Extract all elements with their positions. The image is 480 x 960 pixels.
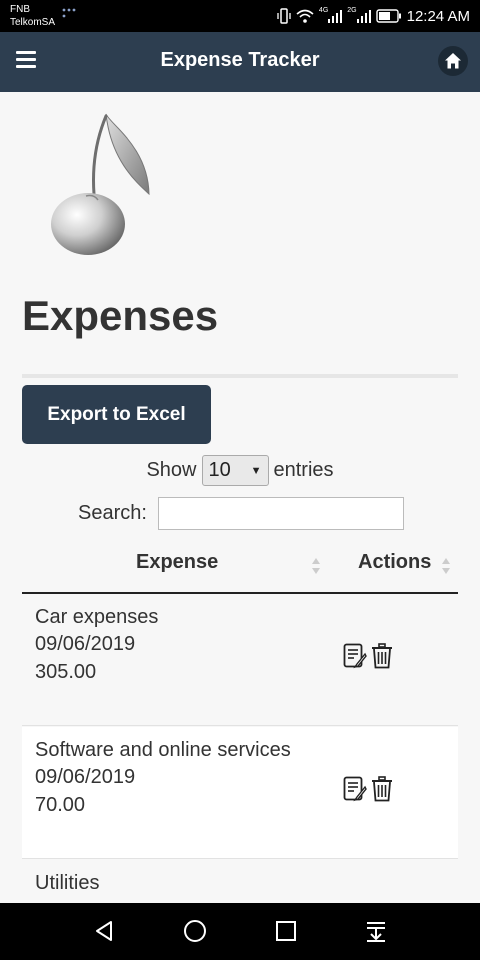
sort-icon[interactable] [311,556,321,576]
column-header-expense[interactable]: Expense [136,551,218,574]
show-label: Show [146,459,197,481]
network-type-2: 2G [347,7,357,14]
expense-name: Car expenses [35,606,159,628]
page-length-select[interactable]: 10 ▼ [201,455,269,486]
app-title: Expense Tracker [160,49,320,71]
carrier-2: TelkomSA [10,17,56,28]
status-time: 12:24 AM [406,7,470,25]
expense-amount: 305.00 [35,661,97,683]
app-bar: Expense Tracker [0,32,480,92]
cherry-logo [51,113,150,255]
table-row: Software and online services 09/06/2019 … [22,727,458,859]
carrier-names: FNB TelkomSA [10,3,55,29]
back-icon[interactable] [92,919,116,943]
signal-icon [328,10,343,23]
table-row: Car expenses 09/06/2019 305.00 [22,594,458,726]
sort-icon[interactable] [441,556,451,576]
system-nav-bar [0,903,480,960]
column-header-actions[interactable]: Actions [358,551,431,574]
page-length-value: 10 [208,459,231,481]
row-actions [343,643,395,673]
network-type-1: 4G [318,7,329,14]
dots-icon [62,8,76,18]
delete-icon[interactable] [371,643,393,669]
battery-icon [375,9,401,23]
page-title: Expenses [22,292,219,339]
vibrate-icon [277,8,291,24]
expense-name: Software and online services [35,739,291,761]
search-input[interactable] [157,497,404,530]
carrier-1: FNB [10,4,30,15]
entries-label: entries [273,459,334,481]
notifications-pull-icon[interactable] [364,919,388,943]
home-icon [445,53,461,69]
expense-name: Utilities [35,872,100,894]
page-length-control: Show 10 ▼ entries [0,455,480,486]
expense-date: 09/06/2019 [35,633,136,655]
status-bar: FNB TelkomSA 4G 2G 12:24 AM [0,0,480,32]
divider [22,374,458,378]
wifi-icon [296,9,314,23]
home-button[interactable] [438,46,468,76]
dropdown-arrow-icon: ▼ [250,464,262,477]
home-circle-icon[interactable] [183,919,207,943]
search-label: Search: [78,502,147,524]
edit-icon[interactable] [343,643,367,669]
search-control: Search: [78,497,404,530]
export-to-excel-button[interactable]: Export to Excel [22,385,211,444]
delete-icon[interactable] [371,776,393,802]
expense-amount: 70.00 [35,794,86,816]
edit-icon[interactable] [343,776,367,802]
signal-icon-2 [356,10,371,23]
expense-date: 09/06/2019 [35,766,136,788]
recents-icon[interactable] [274,919,298,943]
status-icons: 4G 2G 12:24 AM [277,0,470,32]
row-actions [343,776,395,806]
